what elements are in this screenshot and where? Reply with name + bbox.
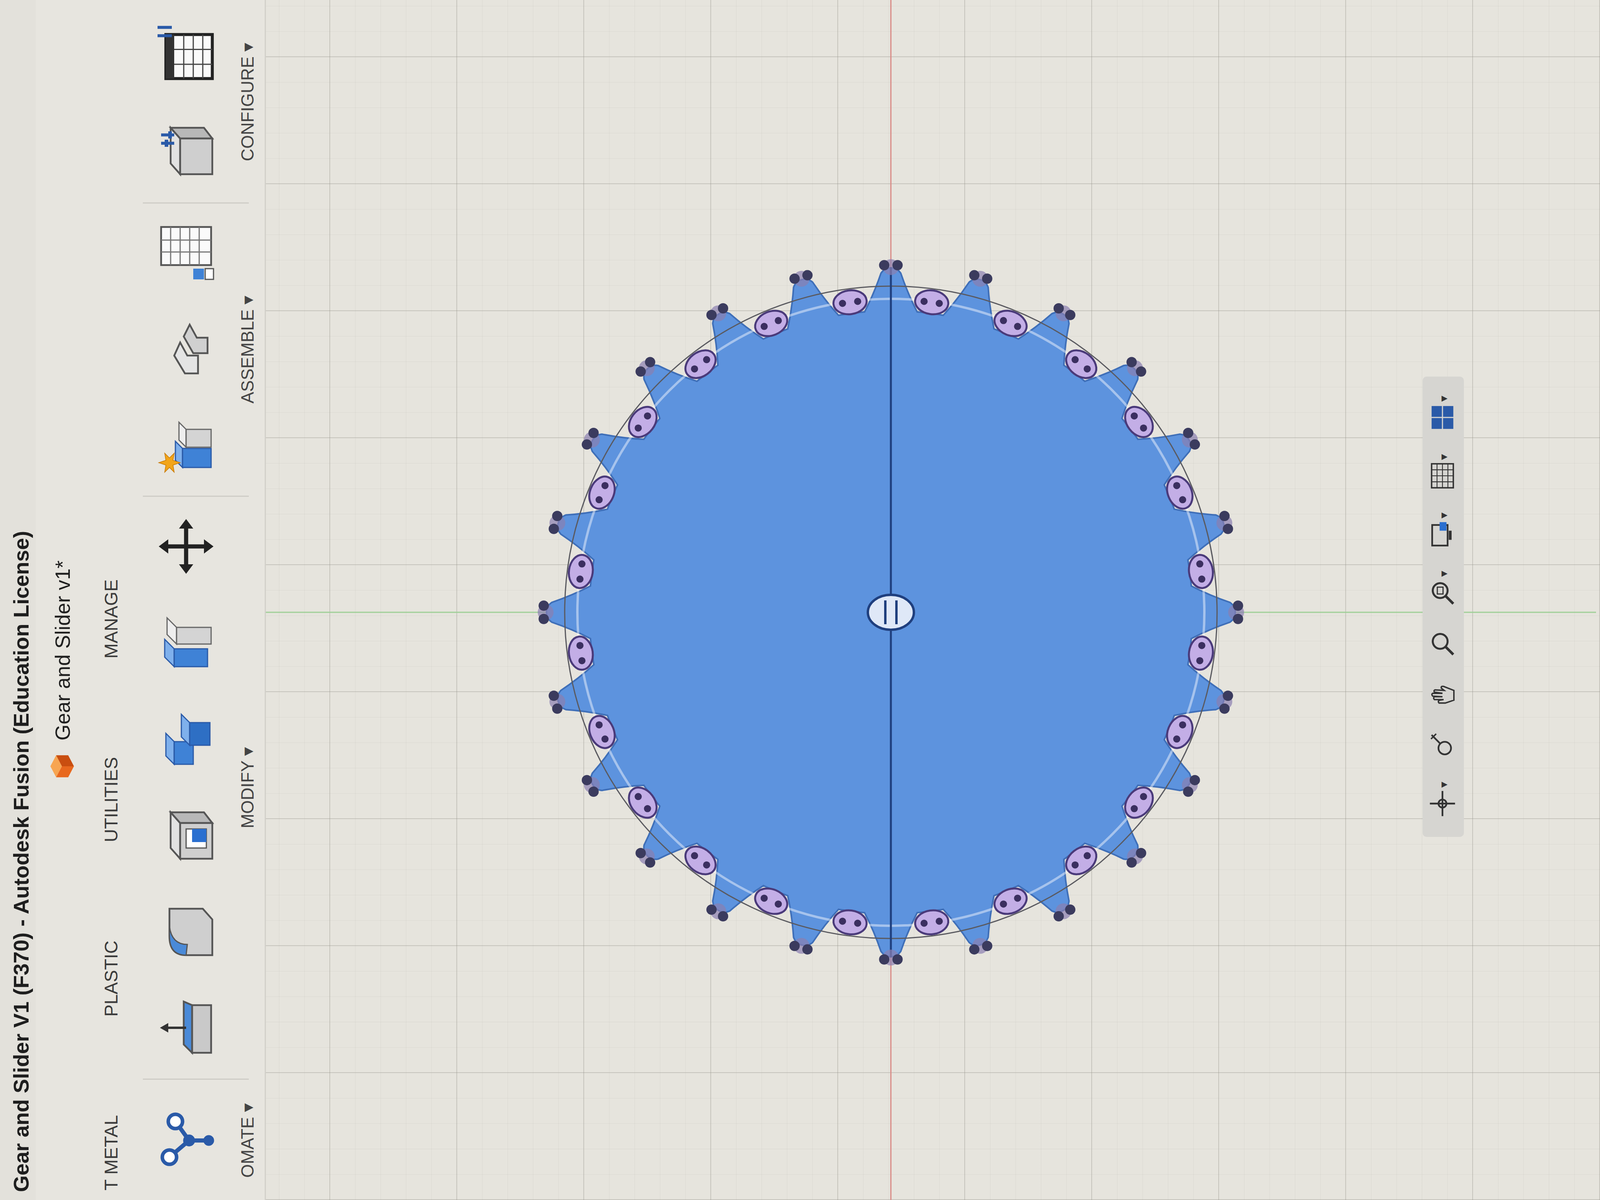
toolbar-separator bbox=[142, 1078, 249, 1080]
title-bar: Gear and Slider V1 (F370) - Autodesk Fus… bbox=[0, 0, 36, 1200]
grid-icon[interactable] bbox=[1428, 461, 1459, 491]
workspace-tab[interactable]: UTILITIES bbox=[97, 755, 125, 845]
configure-icon[interactable] bbox=[156, 121, 216, 182]
fusion-window: Gear and Slider V1 (F370) - Autodesk Fus… bbox=[0, 0, 1600, 1200]
tool-group-icons bbox=[138, 204, 234, 495]
dropdown-caret[interactable]: ▾ bbox=[1436, 781, 1451, 788]
joint-icon[interactable] bbox=[156, 319, 216, 380]
bill-of-materials-icon[interactable] bbox=[156, 223, 216, 283]
design-canvas[interactable]: ▾ ▾ ▾ ▾ ▾ bbox=[265, 0, 1600, 1200]
tool-group-label[interactable]: CONFIGURE ▾ bbox=[233, 42, 258, 162]
nav-tool[interactable] bbox=[1428, 680, 1459, 709]
zoom-icon[interactable] bbox=[1428, 629, 1459, 658]
tool-group-label[interactable]: ASSEMBLE ▾ bbox=[233, 295, 258, 404]
workspace-tab[interactable]: T METAL bbox=[97, 1113, 125, 1193]
dropdown-caret[interactable]: ▾ bbox=[1436, 571, 1451, 577]
tool-group-icons bbox=[138, 1080, 234, 1200]
workspace-tab[interactable]: PLASTIC bbox=[97, 938, 125, 1019]
extrude-icon[interactable] bbox=[156, 999, 216, 1059]
pan-icon[interactable] bbox=[1428, 680, 1459, 709]
viewports-icon[interactable] bbox=[1428, 403, 1459, 432]
tool-group: CONFIGURE ▾ bbox=[130, 2, 265, 202]
automate-icon[interactable] bbox=[156, 1110, 216, 1171]
gear-sketch[interactable] bbox=[265, 0, 1597, 1200]
shell-icon[interactable] bbox=[156, 806, 216, 866]
tool-group-icons bbox=[138, 2, 234, 202]
window-title: Gear and Slider V1 (F370) - Autodesk Fus… bbox=[8, 530, 34, 1193]
workspace-tab[interactable]: MANAGE bbox=[97, 577, 125, 660]
tool-group: ASSEMBLE ▾ bbox=[130, 204, 265, 495]
nav-tool[interactable]: ▾ bbox=[1428, 453, 1459, 491]
nav-tool[interactable]: ▾ bbox=[1428, 395, 1459, 432]
nav-tool[interactable]: ▾ bbox=[1428, 781, 1459, 818]
toolbar: OMATE ▾ MODIFY ▾ ASSEMBLE ▾ CONFIGURE ▾ bbox=[130, 0, 266, 1200]
nav-tool[interactable]: ▾ bbox=[1428, 571, 1459, 608]
new-component-icon[interactable] bbox=[156, 416, 216, 476]
move-icon[interactable] bbox=[156, 516, 216, 577]
toolbar-separator bbox=[142, 202, 249, 204]
document-cube-icon bbox=[48, 753, 77, 780]
look-at-icon[interactable] bbox=[1428, 730, 1459, 760]
tool-group: MODIFY ▾ bbox=[130, 498, 265, 1078]
tool-group-label[interactable]: MODIFY ▾ bbox=[233, 747, 258, 829]
fit-icon[interactable] bbox=[1428, 578, 1459, 608]
document-tab-label: Gear and Slider v1* bbox=[46, 554, 79, 747]
tool-group-label[interactable]: OMATE ▾ bbox=[233, 1103, 258, 1178]
tool-group: OMATE ▾ bbox=[130, 1080, 265, 1200]
tool-group-icons bbox=[138, 498, 234, 1078]
document-tab-bar: Gear and Slider v1* bbox=[35, 0, 92, 1200]
document-tab[interactable]: Gear and Slider v1* bbox=[46, 554, 81, 780]
fillet-icon[interactable] bbox=[156, 902, 216, 963]
nav-tool[interactable]: ▾ bbox=[1428, 512, 1459, 549]
offset-icon[interactable] bbox=[156, 613, 216, 673]
dropdown-caret[interactable]: ▾ bbox=[1436, 453, 1451, 460]
workspace-tabs: T METAL PLASTIC UTILITIES MANAGE bbox=[91, 0, 131, 1200]
toolbar-separator bbox=[142, 495, 249, 497]
dropdown-caret[interactable]: ▾ bbox=[1436, 512, 1451, 519]
navigation-bar: ▾ ▾ ▾ ▾ ▾ bbox=[1422, 376, 1464, 837]
dropdown-caret[interactable]: ▾ bbox=[1436, 395, 1451, 402]
nav-tool[interactable] bbox=[1428, 629, 1459, 658]
configuration-table-icon[interactable] bbox=[156, 22, 216, 83]
combine-icon[interactable] bbox=[156, 709, 216, 770]
orbit-icon[interactable] bbox=[1428, 789, 1459, 818]
display-settings-icon[interactable] bbox=[1428, 519, 1459, 549]
nav-tool[interactable] bbox=[1428, 730, 1459, 760]
